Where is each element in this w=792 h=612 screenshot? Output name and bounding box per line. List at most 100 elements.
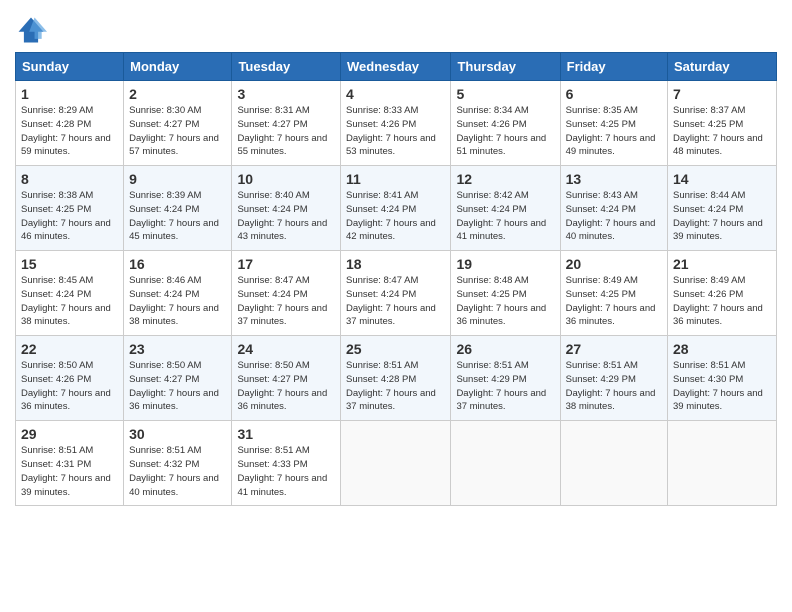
day-number: 19 <box>456 256 554 272</box>
calendar-cell: 29 Sunrise: 8:51 AMSunset: 4:31 PMDaylig… <box>16 421 124 506</box>
day-info: Sunrise: 8:37 AMSunset: 4:25 PMDaylight:… <box>673 104 771 159</box>
day-number: 8 <box>21 171 118 187</box>
calendar-week-row: 22 Sunrise: 8:50 AMSunset: 4:26 PMDaylig… <box>16 336 777 421</box>
day-number: 12 <box>456 171 554 187</box>
day-info: Sunrise: 8:38 AMSunset: 4:25 PMDaylight:… <box>21 189 118 244</box>
day-number: 2 <box>129 86 226 102</box>
day-info: Sunrise: 8:50 AMSunset: 4:27 PMDaylight:… <box>237 359 335 414</box>
day-number: 18 <box>346 256 445 272</box>
day-info: Sunrise: 8:51 AMSunset: 4:29 PMDaylight:… <box>456 359 554 414</box>
day-info: Sunrise: 8:43 AMSunset: 4:24 PMDaylight:… <box>566 189 662 244</box>
day-number: 28 <box>673 341 771 357</box>
day-info: Sunrise: 8:42 AMSunset: 4:24 PMDaylight:… <box>456 189 554 244</box>
day-info: Sunrise: 8:50 AMSunset: 4:27 PMDaylight:… <box>129 359 226 414</box>
calendar-cell <box>451 421 560 506</box>
calendar-cell: 4 Sunrise: 8:33 AMSunset: 4:26 PMDayligh… <box>341 81 451 166</box>
calendar-cell: 10 Sunrise: 8:40 AMSunset: 4:24 PMDaylig… <box>232 166 341 251</box>
day-info: Sunrise: 8:47 AMSunset: 4:24 PMDaylight:… <box>237 274 335 329</box>
calendar-cell: 21 Sunrise: 8:49 AMSunset: 4:26 PMDaylig… <box>668 251 777 336</box>
day-info: Sunrise: 8:47 AMSunset: 4:24 PMDaylight:… <box>346 274 445 329</box>
day-number: 17 <box>237 256 335 272</box>
day-info: Sunrise: 8:39 AMSunset: 4:24 PMDaylight:… <box>129 189 226 244</box>
calendar-cell: 28 Sunrise: 8:51 AMSunset: 4:30 PMDaylig… <box>668 336 777 421</box>
day-number: 25 <box>346 341 445 357</box>
day-info: Sunrise: 8:51 AMSunset: 4:30 PMDaylight:… <box>673 359 771 414</box>
day-info: Sunrise: 8:34 AMSunset: 4:26 PMDaylight:… <box>456 104 554 159</box>
day-number: 4 <box>346 86 445 102</box>
day-number: 7 <box>673 86 771 102</box>
day-info: Sunrise: 8:31 AMSunset: 4:27 PMDaylight:… <box>237 104 335 159</box>
calendar-cell <box>560 421 667 506</box>
day-info: Sunrise: 8:45 AMSunset: 4:24 PMDaylight:… <box>21 274 118 329</box>
calendar-cell: 22 Sunrise: 8:50 AMSunset: 4:26 PMDaylig… <box>16 336 124 421</box>
day-info: Sunrise: 8:40 AMSunset: 4:24 PMDaylight:… <box>237 189 335 244</box>
calendar-cell: 1 Sunrise: 8:29 AMSunset: 4:28 PMDayligh… <box>16 81 124 166</box>
day-info: Sunrise: 8:51 AMSunset: 4:31 PMDaylight:… <box>21 444 118 499</box>
day-info: Sunrise: 8:51 AMSunset: 4:32 PMDaylight:… <box>129 444 226 499</box>
weekday-header-monday: Monday <box>124 53 232 81</box>
day-number: 30 <box>129 426 226 442</box>
weekday-header-saturday: Saturday <box>668 53 777 81</box>
weekday-header-thursday: Thursday <box>451 53 560 81</box>
day-number: 6 <box>566 86 662 102</box>
calendar-cell: 23 Sunrise: 8:50 AMSunset: 4:27 PMDaylig… <box>124 336 232 421</box>
day-number: 24 <box>237 341 335 357</box>
day-number: 26 <box>456 341 554 357</box>
calendar-week-row: 29 Sunrise: 8:51 AMSunset: 4:31 PMDaylig… <box>16 421 777 506</box>
day-info: Sunrise: 8:50 AMSunset: 4:26 PMDaylight:… <box>21 359 118 414</box>
day-info: Sunrise: 8:49 AMSunset: 4:26 PMDaylight:… <box>673 274 771 329</box>
calendar-cell: 31 Sunrise: 8:51 AMSunset: 4:33 PMDaylig… <box>232 421 341 506</box>
day-number: 10 <box>237 171 335 187</box>
day-number: 3 <box>237 86 335 102</box>
day-info: Sunrise: 8:49 AMSunset: 4:25 PMDaylight:… <box>566 274 662 329</box>
page-header <box>15 10 777 46</box>
calendar-cell: 6 Sunrise: 8:35 AMSunset: 4:25 PMDayligh… <box>560 81 667 166</box>
calendar-cell: 9 Sunrise: 8:39 AMSunset: 4:24 PMDayligh… <box>124 166 232 251</box>
logo-icon <box>15 14 47 46</box>
day-info: Sunrise: 8:51 AMSunset: 4:33 PMDaylight:… <box>237 444 335 499</box>
day-info: Sunrise: 8:51 AMSunset: 4:28 PMDaylight:… <box>346 359 445 414</box>
calendar-cell: 30 Sunrise: 8:51 AMSunset: 4:32 PMDaylig… <box>124 421 232 506</box>
calendar-cell: 16 Sunrise: 8:46 AMSunset: 4:24 PMDaylig… <box>124 251 232 336</box>
calendar-cell: 3 Sunrise: 8:31 AMSunset: 4:27 PMDayligh… <box>232 81 341 166</box>
calendar-cell: 18 Sunrise: 8:47 AMSunset: 4:24 PMDaylig… <box>341 251 451 336</box>
day-number: 11 <box>346 171 445 187</box>
calendar-cell: 5 Sunrise: 8:34 AMSunset: 4:26 PMDayligh… <box>451 81 560 166</box>
calendar-cell: 8 Sunrise: 8:38 AMSunset: 4:25 PMDayligh… <box>16 166 124 251</box>
calendar-cell <box>341 421 451 506</box>
calendar-cell: 12 Sunrise: 8:42 AMSunset: 4:24 PMDaylig… <box>451 166 560 251</box>
calendar-week-row: 1 Sunrise: 8:29 AMSunset: 4:28 PMDayligh… <box>16 81 777 166</box>
calendar-cell: 13 Sunrise: 8:43 AMSunset: 4:24 PMDaylig… <box>560 166 667 251</box>
calendar-cell: 19 Sunrise: 8:48 AMSunset: 4:25 PMDaylig… <box>451 251 560 336</box>
calendar-cell: 11 Sunrise: 8:41 AMSunset: 4:24 PMDaylig… <box>341 166 451 251</box>
day-info: Sunrise: 8:48 AMSunset: 4:25 PMDaylight:… <box>456 274 554 329</box>
calendar-week-row: 15 Sunrise: 8:45 AMSunset: 4:24 PMDaylig… <box>16 251 777 336</box>
calendar-cell: 25 Sunrise: 8:51 AMSunset: 4:28 PMDaylig… <box>341 336 451 421</box>
day-info: Sunrise: 8:51 AMSunset: 4:29 PMDaylight:… <box>566 359 662 414</box>
day-number: 20 <box>566 256 662 272</box>
calendar-cell: 24 Sunrise: 8:50 AMSunset: 4:27 PMDaylig… <box>232 336 341 421</box>
day-info: Sunrise: 8:33 AMSunset: 4:26 PMDaylight:… <box>346 104 445 159</box>
calendar-header: SundayMondayTuesdayWednesdayThursdayFrid… <box>16 53 777 81</box>
weekday-row: SundayMondayTuesdayWednesdayThursdayFrid… <box>16 53 777 81</box>
day-info: Sunrise: 8:30 AMSunset: 4:27 PMDaylight:… <box>129 104 226 159</box>
calendar-cell: 17 Sunrise: 8:47 AMSunset: 4:24 PMDaylig… <box>232 251 341 336</box>
day-info: Sunrise: 8:29 AMSunset: 4:28 PMDaylight:… <box>21 104 118 159</box>
day-number: 9 <box>129 171 226 187</box>
weekday-header-sunday: Sunday <box>16 53 124 81</box>
day-number: 22 <box>21 341 118 357</box>
day-number: 16 <box>129 256 226 272</box>
day-number: 5 <box>456 86 554 102</box>
day-number: 21 <box>673 256 771 272</box>
calendar-body: 1 Sunrise: 8:29 AMSunset: 4:28 PMDayligh… <box>16 81 777 506</box>
calendar-cell: 15 Sunrise: 8:45 AMSunset: 4:24 PMDaylig… <box>16 251 124 336</box>
day-number: 13 <box>566 171 662 187</box>
day-info: Sunrise: 8:44 AMSunset: 4:24 PMDaylight:… <box>673 189 771 244</box>
day-number: 27 <box>566 341 662 357</box>
day-info: Sunrise: 8:35 AMSunset: 4:25 PMDaylight:… <box>566 104 662 159</box>
weekday-header-wednesday: Wednesday <box>341 53 451 81</box>
calendar-cell: 27 Sunrise: 8:51 AMSunset: 4:29 PMDaylig… <box>560 336 667 421</box>
calendar-cell: 7 Sunrise: 8:37 AMSunset: 4:25 PMDayligh… <box>668 81 777 166</box>
day-number: 1 <box>21 86 118 102</box>
day-number: 14 <box>673 171 771 187</box>
